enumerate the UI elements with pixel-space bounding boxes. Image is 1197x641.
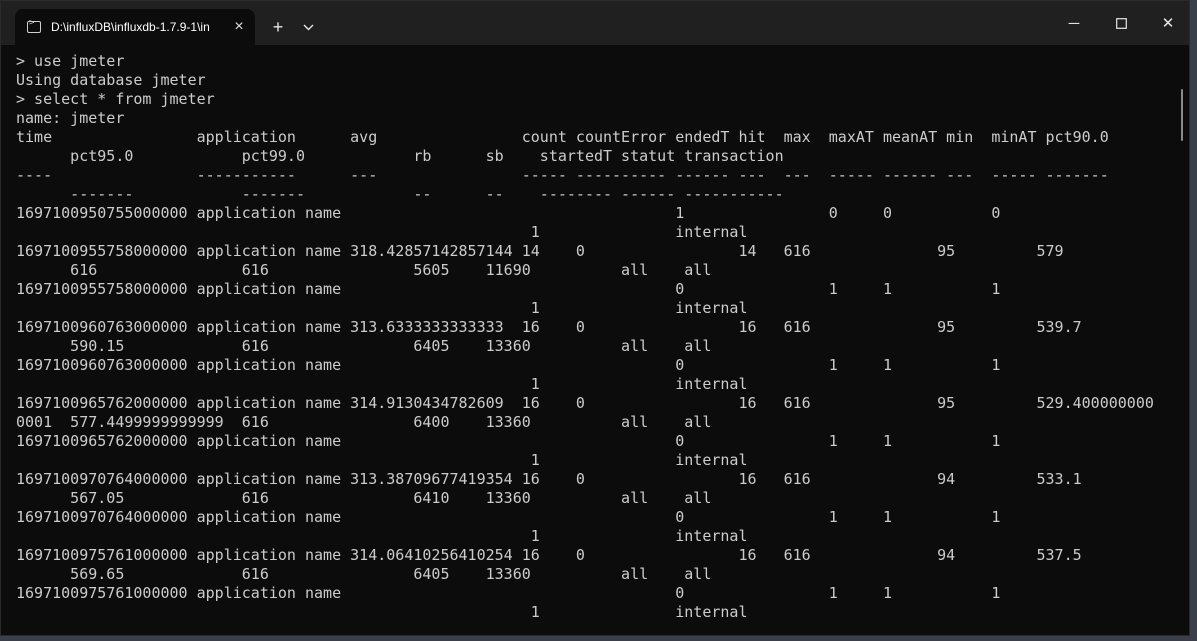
terminal-line: time application avg count countError en… bbox=[16, 128, 1109, 146]
maximize-button[interactable] bbox=[1098, 1, 1144, 45]
terminal-output: > use jmeter Using database jmeter > sel… bbox=[1, 45, 1181, 622]
terminal-line: 1697100950755000000 application name 1 0… bbox=[16, 204, 1001, 222]
new-tab-button[interactable]: + bbox=[263, 9, 293, 45]
terminal-line: 1697100970764000000 application name 0 1… bbox=[16, 508, 1001, 526]
terminal-line: > use jmeter bbox=[16, 52, 125, 70]
terminal-line: 1697100965762000000 application name 0 1… bbox=[16, 432, 1001, 450]
plus-icon: + bbox=[272, 16, 284, 37]
terminal-line: 569.65 616 6405 13360 all all bbox=[16, 565, 712, 583]
terminal-line: 1697100970764000000 application name 313… bbox=[16, 470, 1082, 488]
terminal-line: 1697100965762000000 application name 314… bbox=[16, 394, 1154, 412]
terminal-line: Using database jmeter bbox=[16, 71, 206, 89]
terminal-line: 1697100955758000000 application name 318… bbox=[16, 242, 1064, 260]
tab-dropdown-button[interactable] bbox=[293, 9, 323, 45]
tab-active[interactable]: D:\influxDB\influxdb-1.7.9-1\in × bbox=[15, 9, 255, 45]
scrollbar-thumb[interactable] bbox=[1181, 89, 1183, 141]
terminal-line: 1 internal bbox=[16, 451, 748, 469]
close-button[interactable]: ✕ bbox=[1145, 1, 1191, 45]
terminal-output-area[interactable]: > use jmeter Using database jmeter > sel… bbox=[1, 45, 1181, 635]
close-icon: ✕ bbox=[1161, 15, 1175, 32]
terminal-line: 1 internal bbox=[16, 299, 748, 317]
terminal-line: 1697100960763000000 application name 313… bbox=[16, 318, 1082, 336]
title-bar[interactable]: D:\influxDB\influxdb-1.7.9-1\in × + ─ ✕ bbox=[1, 1, 1189, 45]
terminal-line: 1 internal bbox=[16, 375, 748, 393]
terminal-line: 567.05 616 6410 13360 all all bbox=[16, 489, 712, 507]
terminal-line: ---- ----------- --- ----- ---------- --… bbox=[16, 166, 1109, 184]
tab-close-icon[interactable]: × bbox=[229, 18, 249, 36]
terminal-line: ------- ------- -- -- -------- ------ --… bbox=[16, 185, 784, 203]
maximize-icon bbox=[1115, 17, 1127, 29]
terminal-line: 1 internal bbox=[16, 603, 748, 621]
terminal-line: 1 internal bbox=[16, 527, 748, 545]
terminal-line: > select * from jmeter bbox=[16, 90, 215, 108]
terminal-icon bbox=[27, 18, 41, 33]
minimize-button[interactable]: ─ bbox=[1051, 1, 1097, 45]
terminal-line: 1697100975761000000 application name 314… bbox=[16, 546, 1082, 564]
terminal-line: 616 616 5605 11690 all all bbox=[16, 261, 712, 279]
tab-title: D:\influxDB\influxdb-1.7.9-1\in bbox=[51, 20, 210, 34]
terminal-line: name: jmeter bbox=[16, 109, 125, 127]
terminal-line: 1697100960763000000 application name 0 1… bbox=[16, 356, 1001, 374]
terminal-line: 0001 577.4499999999999 616 6400 13360 al… bbox=[16, 413, 712, 431]
terminal-line: 1697100955758000000 application name 0 1… bbox=[16, 280, 1001, 298]
terminal-line: 1697100975761000000 application name 0 1… bbox=[16, 584, 1001, 602]
minimize-icon: ─ bbox=[1068, 14, 1080, 32]
chevron-down-icon bbox=[303, 24, 313, 30]
terminal-line: 1 internal bbox=[16, 223, 748, 241]
terminal-line: 590.15 616 6405 13360 all all bbox=[16, 337, 712, 355]
terminal-window: D:\influxDB\influxdb-1.7.9-1\in × + ─ ✕ … bbox=[0, 0, 1190, 636]
terminal-line: pct95.0 pct99.0 rb sb startedT statut tr… bbox=[16, 147, 784, 165]
